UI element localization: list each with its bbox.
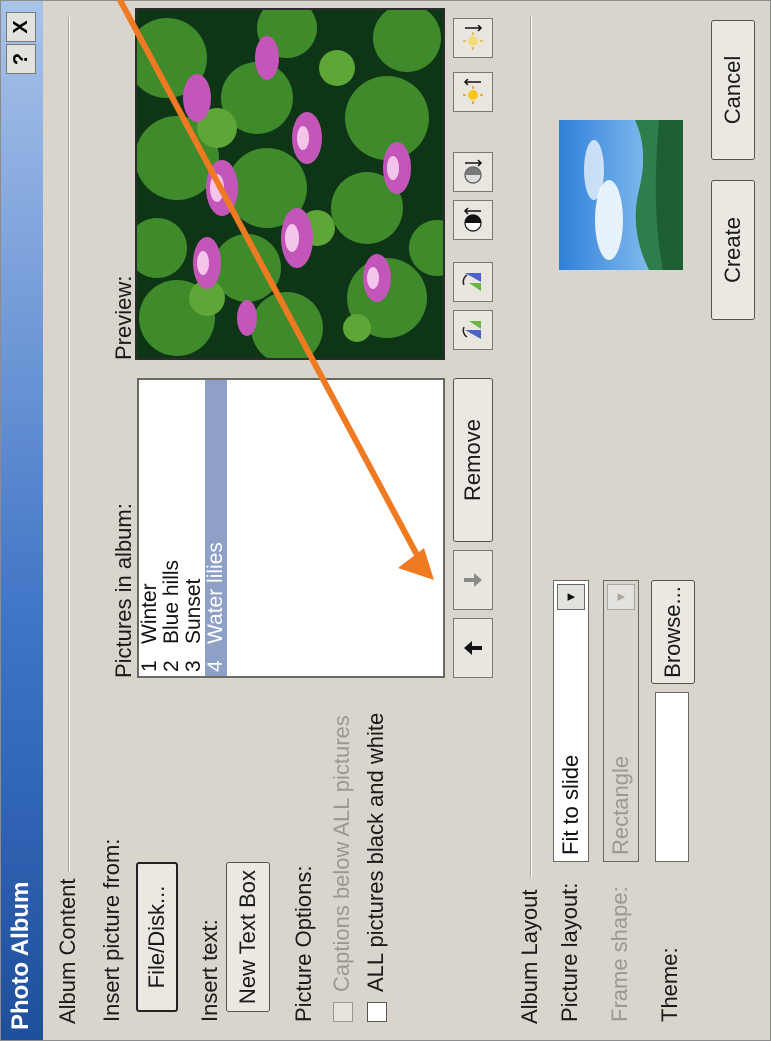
picture-number: 1 [138, 660, 161, 672]
chevron-down-icon: ▼ [557, 584, 585, 610]
preview-label: Preview: [111, 275, 136, 360]
frame-shape-value: Rectangle [608, 755, 633, 855]
create-button[interactable]: Create [711, 180, 755, 320]
title-bar: Photo Album ? X [1, 0, 43, 1040]
album-layout-group-label: Album Layout [517, 889, 542, 1024]
water-lilies-image [135, 8, 445, 360]
rotate-right-button[interactable] [453, 262, 493, 302]
list-item[interactable]: 4 Water lilies [204, 380, 227, 676]
list-item[interactable]: 2 Blue hills [160, 380, 183, 676]
album-content-group-label: Album Content [55, 878, 80, 1024]
less-contrast-button[interactable] [453, 152, 493, 192]
layout-preview-thumbnail [559, 120, 683, 270]
picture-layout-label: Picture layout: [557, 882, 582, 1022]
picture-number: 4 [204, 660, 227, 672]
close-button[interactable]: X [6, 12, 36, 42]
photo-album-dialog: Photo Album ? X Album Content Insert pic… [0, 0, 771, 1041]
preview-image [135, 8, 445, 360]
insert-picture-label: Insert picture from: [99, 838, 124, 1022]
frame-shape-select[interactable]: Rectangle ▼ [603, 580, 639, 862]
cancel-button[interactable]: Cancel [711, 20, 755, 160]
less-brightness-button[interactable] [453, 18, 493, 58]
picture-name: Winter [138, 583, 161, 644]
list-item[interactable]: 1 Winter [138, 380, 161, 676]
frame-shape-label: Frame shape: [607, 886, 632, 1022]
rotate-right-icon [462, 273, 481, 291]
less-contrast-icon [464, 159, 483, 184]
theme-label: Theme: [657, 947, 682, 1022]
album-layout-divider [530, 16, 531, 878]
more-contrast-button[interactable] [453, 200, 493, 240]
picture-name: Water lilies [204, 542, 227, 644]
remove-button[interactable]: Remove [453, 378, 493, 542]
new-text-box-button[interactable]: New Text Box [226, 862, 270, 1012]
down-arrow-icon [464, 573, 482, 587]
list-item[interactable]: 3 Sunset [182, 380, 205, 676]
theme-input[interactable] [655, 692, 689, 862]
picture-number: 2 [160, 660, 183, 672]
picture-name: Blue hills [160, 559, 183, 644]
pictures-listbox[interactable]: 1 Winter 2 Blue hills 3 Sunset 4 Water lilies [137, 378, 445, 678]
move-up-button[interactable] [453, 618, 493, 678]
more-brightness-button[interactable] [453, 72, 493, 112]
move-down-button[interactable] [453, 550, 493, 610]
picture-number: 3 [182, 660, 205, 672]
landscape-thumbnail-image [559, 120, 683, 270]
pictures-in-album-label: Pictures in album: [111, 503, 136, 678]
more-contrast-icon [463, 207, 482, 232]
less-brightness-icon [463, 25, 483, 50]
black-white-option-label: ALL pictures black and white [363, 712, 388, 992]
picture-options-label: Picture Options: [291, 865, 316, 1022]
help-button[interactable]: ? [6, 44, 36, 74]
captions-checkbox[interactable] [333, 1002, 353, 1022]
picture-layout-value: Fit to slide [558, 754, 583, 855]
black-white-checkbox[interactable] [367, 1002, 387, 1022]
more-brightness-icon [463, 79, 483, 104]
rotate-left-button[interactable] [453, 310, 493, 350]
browse-button[interactable]: Browse... [651, 580, 695, 684]
insert-text-label: Insert text: [197, 919, 222, 1022]
rotate-left-icon [462, 321, 481, 339]
chevron-down-icon: ▼ [607, 584, 635, 610]
up-arrow-icon [464, 641, 482, 655]
album-content-divider [68, 17, 69, 872]
dialog-title: Photo Album [7, 881, 34, 1030]
picture-layout-select[interactable]: Fit to slide ▼ [553, 580, 589, 862]
file-disk-button[interactable]: File/Disk... [136, 862, 178, 1012]
picture-name: Sunset [182, 578, 205, 644]
captions-option-label: Captions below ALL pictures [329, 715, 354, 992]
